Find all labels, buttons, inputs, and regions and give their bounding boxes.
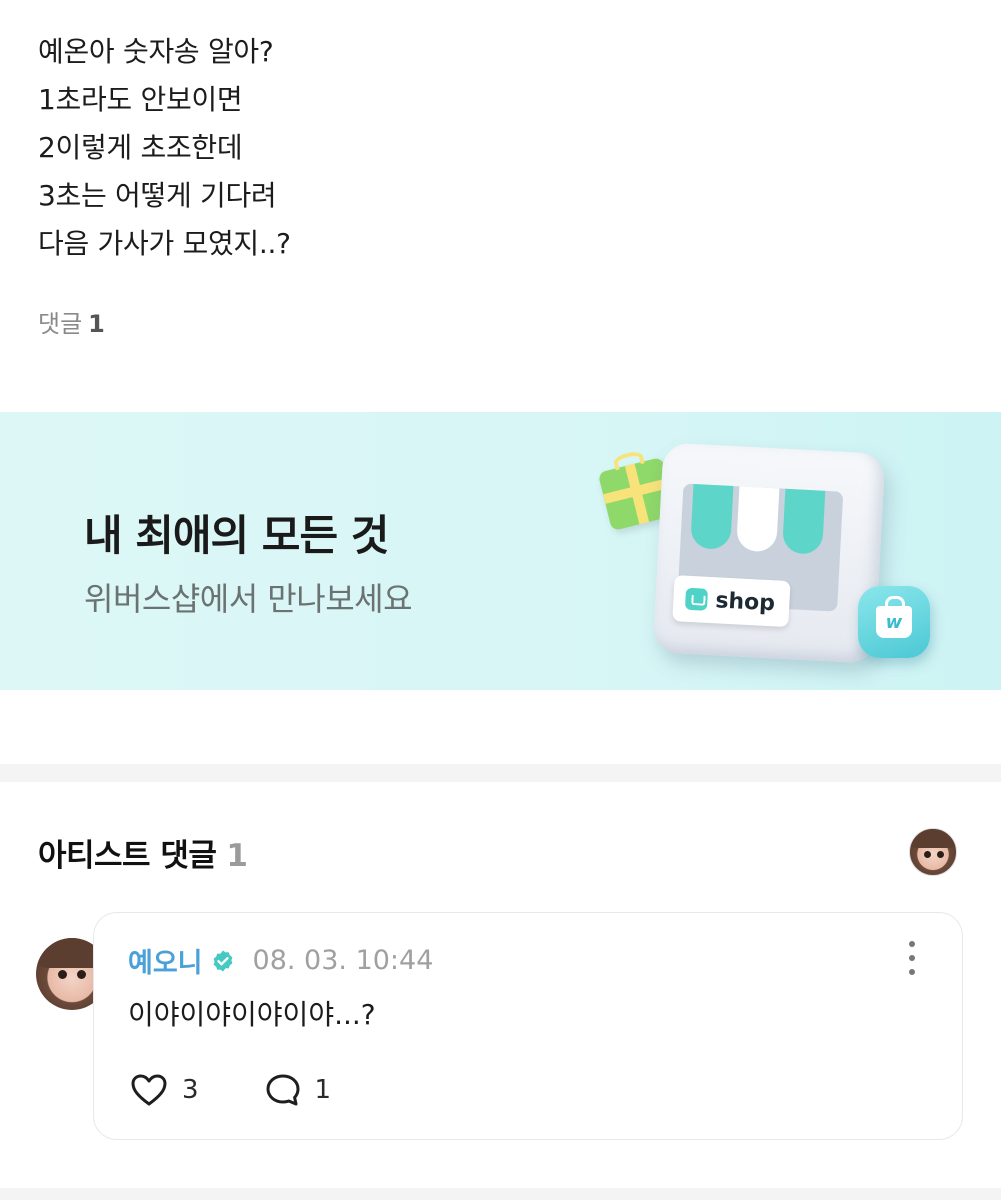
bag-letter: w [885, 611, 903, 633]
post-line: 2이렇게 초조한데 [38, 131, 243, 164]
shop-sign: shop [672, 575, 791, 628]
section-divider [0, 764, 1001, 782]
comment-timestamp: 08. 03. 10:44 [252, 945, 434, 976]
reply-button[interactable]: 1 [265, 1073, 332, 1107]
like-button[interactable]: 3 [130, 1073, 199, 1107]
shop-sign-text: shop [714, 587, 776, 616]
post-line: 예온아 숫자송 알아? [38, 35, 274, 68]
comment-text: 이야이야이야이야...? [128, 998, 376, 1031]
artist-comments-title: 아티스트 댓글 [38, 838, 217, 874]
post-line: 1초라도 안보이면 [38, 83, 243, 116]
more-options-icon[interactable] [908, 941, 916, 975]
like-count: 3 [182, 1075, 199, 1105]
artist-comments-header: 아티스트 댓글 1 [38, 830, 248, 875]
heart-icon [131, 1074, 167, 1106]
section-divider-bottom [0, 1188, 1001, 1200]
shop-storefront-icon: shop [652, 442, 886, 664]
reply-count: 1 [314, 1075, 332, 1105]
shop-bag-icon [684, 587, 709, 611]
artist-avatar[interactable] [909, 828, 957, 876]
comment-count-label: 댓글 [38, 310, 83, 338]
banner-subtitle: 위버스샵에서 만나보세요 [84, 580, 413, 618]
comment-author-name[interactable]: 예오니 [128, 941, 203, 980]
banner-title: 내 최애의 모든 것 [84, 511, 389, 560]
artist-comment-card: 예오니 08. 03. 10:44 이야이야이야이야...? 3 1 [93, 912, 963, 1140]
comment-actions: 3 1 [130, 1073, 397, 1107]
comment-header: 예오니 08. 03. 10:44 [128, 941, 433, 980]
weverse-shop-banner[interactable]: 내 최애의 모든 것 위버스샵에서 만나보세요 shop w [0, 412, 1001, 690]
post-comment-count[interactable]: 댓글 1 [38, 304, 105, 339]
post-line: 다음 가사가 모였지..? [38, 227, 291, 260]
verified-badge-icon [213, 950, 232, 971]
post-line: 3초는 어떻게 기다려 [38, 179, 277, 212]
comment-count-value: 1 [88, 310, 105, 338]
post-body: 예온아 숫자송 알아? 1초라도 안보이면 2이렇게 초조한데 3초는 어떻게 … [38, 28, 291, 268]
comment-bubble-icon [266, 1074, 300, 1106]
weverse-shop-bag-icon: w [858, 586, 930, 658]
artist-comments-count: 1 [226, 838, 248, 874]
